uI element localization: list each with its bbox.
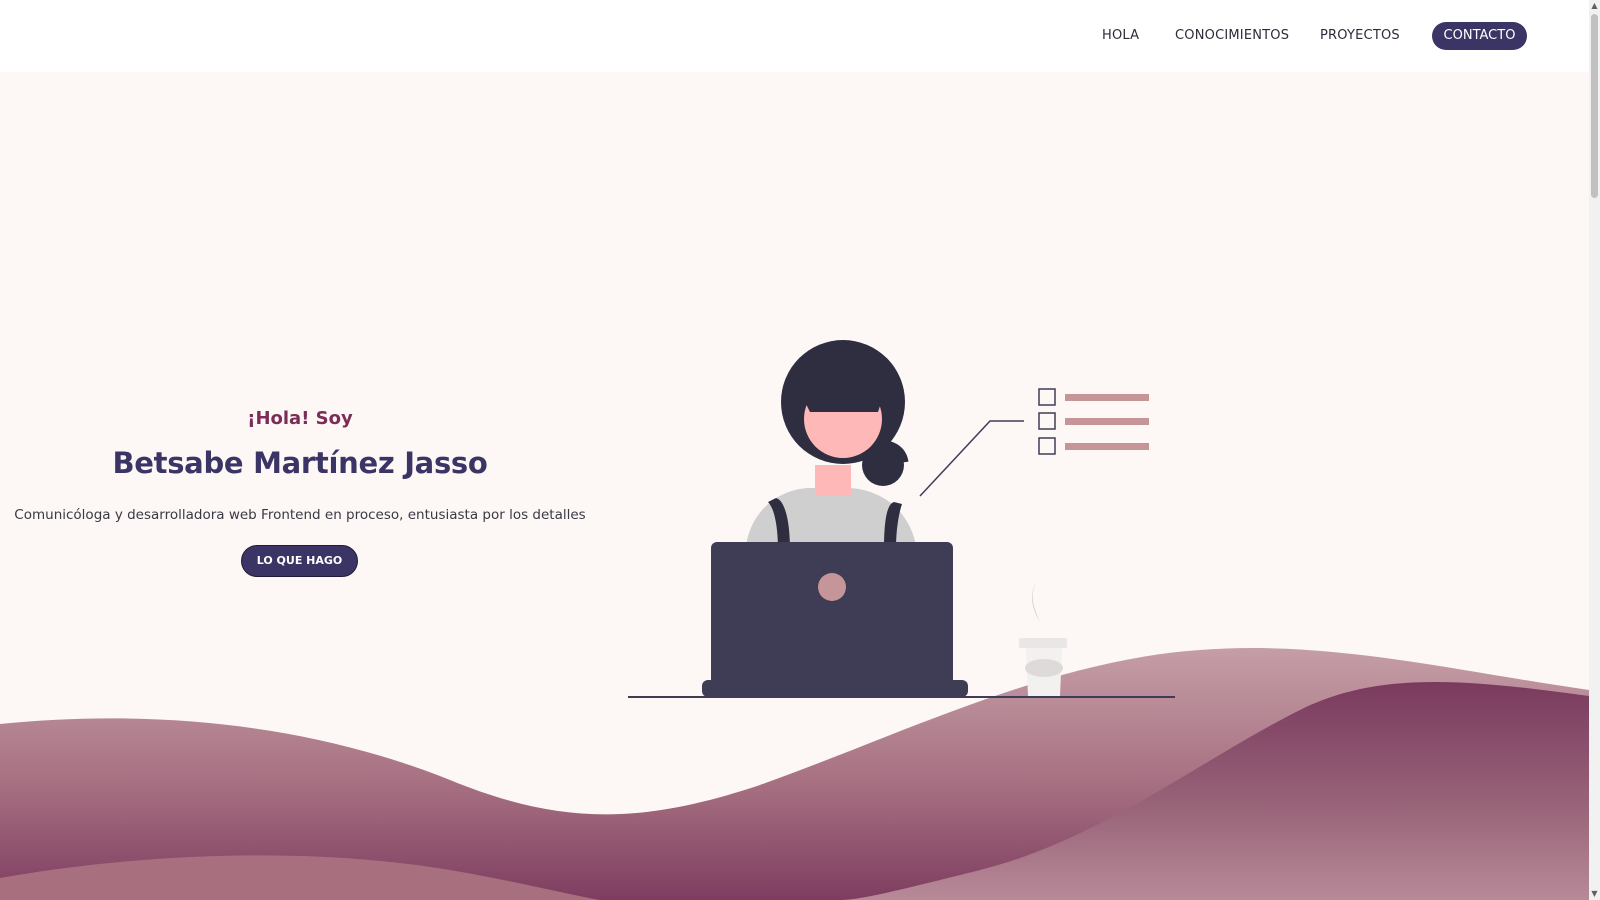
neck [815,465,851,495]
hero-description: Comunicóloga y desarrolladora web Fronte… [14,507,586,523]
hero-name: Betsabe Martínez Jasso [112,446,488,480]
contact-button[interactable]: CONTACTO [1432,22,1527,50]
scroll-thumb[interactable] [1591,14,1598,198]
coffee-sleeve [1025,659,1063,677]
woman-laptop-illustration [628,340,1175,698]
coffee-lid [1019,638,1067,648]
top-navbar: HOLA CONOCIMIENTOS PROYECTOS CONTACTO [0,0,1589,72]
checklist-bar-3 [1065,443,1149,450]
steam-swirl [1032,580,1040,622]
checkbox-2 [1038,412,1056,430]
nav-link-hola[interactable]: HOLA [1102,25,1139,47]
laptop-screen [711,542,953,692]
scroll-up-icon[interactable]: ▲ [1589,0,1600,12]
nav-link-proyectos[interactable]: PROYECTOS [1320,25,1400,47]
checklist-bar-1 [1065,394,1149,401]
laptop-logo [818,573,846,601]
vertical-scrollbar[interactable]: ▲ ▼ [1589,0,1600,900]
hero-greeting: ¡Hola! Soy [247,408,353,429]
checklist-bar-2 [1065,418,1149,425]
thought-connector [919,420,1024,497]
what-i-do-button[interactable]: LO QUE HAGO [241,545,358,577]
scroll-down-icon[interactable]: ▼ [1589,888,1600,900]
laptop-base [702,680,968,697]
checkbox-3 [1038,437,1056,455]
nav-link-conocimientos[interactable]: CONOCIMIENTOS [1175,25,1289,47]
checkbox-1 [1038,388,1056,406]
